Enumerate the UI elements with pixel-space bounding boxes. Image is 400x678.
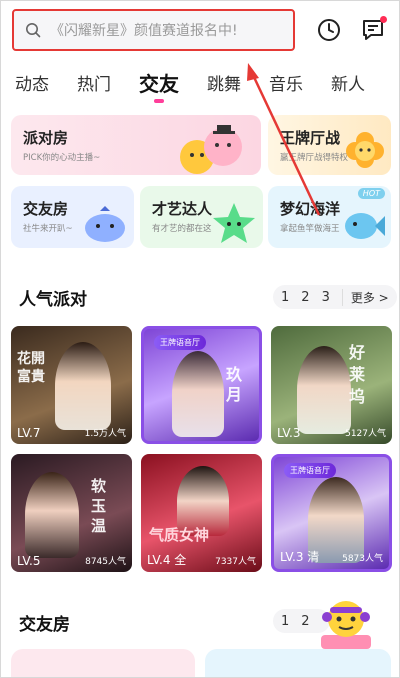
page-1[interactable]: 1 xyxy=(281,290,289,305)
room-card[interactable]: 好莱坞 LV.3 5127人气 xyxy=(271,326,392,444)
host-photo xyxy=(25,472,79,558)
floating-mascot-icon[interactable] xyxy=(315,595,377,651)
more-link[interactable]: 更多 > xyxy=(341,288,389,306)
ace-room-tag: 王牌语音厅 xyxy=(154,335,206,350)
page-2[interactable]: 2 xyxy=(301,290,309,305)
room-level: LV.7 xyxy=(17,426,41,440)
room-deco-text: 花開富貴 xyxy=(17,351,45,385)
room-card[interactable]: 软玉温 LV.5 8745人气 xyxy=(11,454,132,572)
room-deco-text: 玖月 xyxy=(226,365,243,404)
friend-room-card[interactable] xyxy=(11,649,195,677)
section-title-popular: 人气派对 xyxy=(19,290,87,310)
friend-room-card[interactable] xyxy=(205,649,391,677)
room-popularity: 5873人气 xyxy=(342,554,383,564)
host-photo xyxy=(172,351,224,437)
host-photo xyxy=(55,342,111,430)
room-card[interactable]: 王牌语音厅 LV.3 清 5873人气 xyxy=(271,454,392,572)
room-popularity: 1.5万人气 xyxy=(84,429,126,439)
page-3[interactable]: 3 xyxy=(322,290,330,305)
section-title-friends: 交友房 xyxy=(19,615,70,635)
room-level: LV.3 清 xyxy=(280,550,320,564)
room-deco-text: 好莱坞 xyxy=(349,343,366,406)
host-photo xyxy=(297,346,351,434)
room-deco-text: 气质女神 xyxy=(149,526,210,544)
popular-pager: 1 2 3 更多 > xyxy=(273,285,397,309)
ace-room-tag: 王牌语音厅 xyxy=(284,463,336,478)
room-popularity: 7337人气 xyxy=(215,557,256,567)
room-card[interactable]: 花開富貴 LV.7 1.5万人气 xyxy=(11,326,132,444)
page-1[interactable]: 1 xyxy=(281,614,289,629)
room-level: LV.4 全 xyxy=(147,553,187,567)
room-level: LV.5 xyxy=(17,554,41,568)
room-deco-text: 软玉温 xyxy=(91,477,107,535)
page-2[interactable]: 2 xyxy=(301,614,309,629)
room-popularity: 8745人气 xyxy=(85,557,126,567)
room-popularity: 5127人气 xyxy=(345,429,386,439)
room-card[interactable]: 王牌语音厅 玖月 xyxy=(141,326,262,444)
room-level: LV.3 xyxy=(277,426,301,440)
room-card[interactable]: 气质女神 LV.4 全 7337人气 xyxy=(141,454,262,572)
app-screen: 《闪耀新星》颜值赛道报名中! 动态 热门 交友 跳舞 音乐 新人 派对房 PIC… xyxy=(0,0,400,678)
